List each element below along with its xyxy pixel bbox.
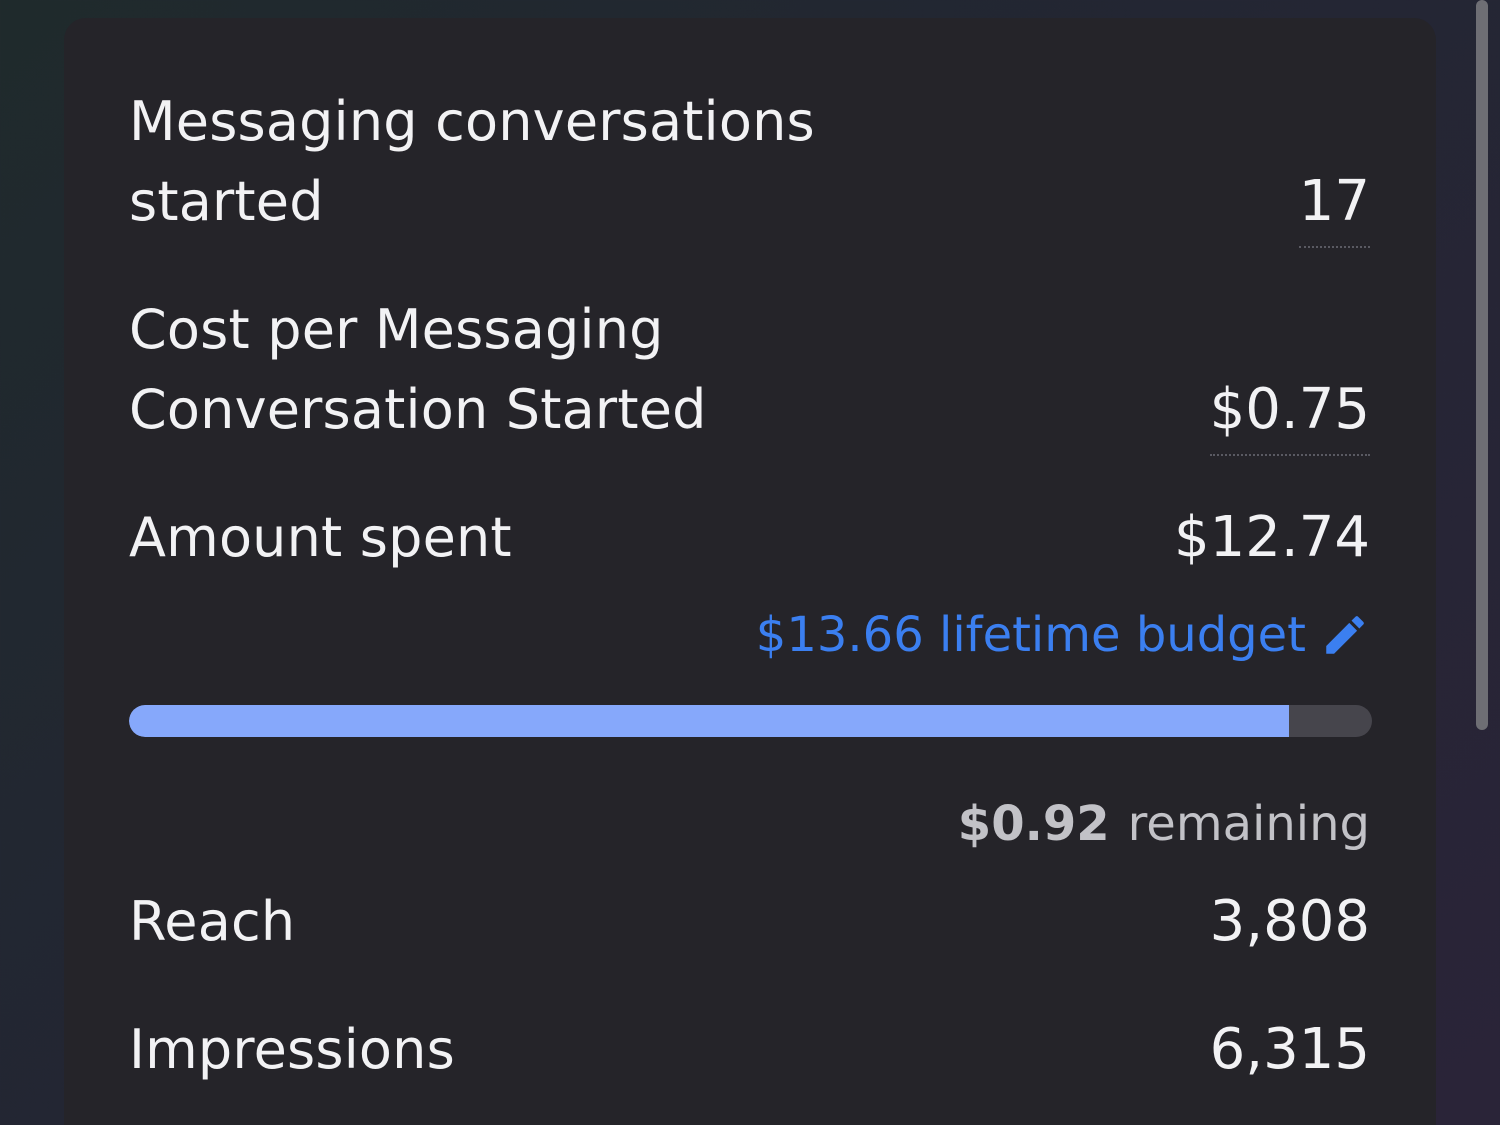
metric-cost-per-row: Cost per Messaging Conversation Started … [129,290,1371,456]
metric-conversations-value[interactable]: 17 [1298,162,1371,248]
metric-amount-spent-row: Amount spent $12.74 [129,498,1370,578]
remaining-label: remaining [1127,796,1370,852]
metric-impressions-row: Impressions 6,315 [129,1010,1370,1090]
pencil-icon[interactable] [1320,610,1370,660]
remaining-amount: $0.92 [957,796,1110,852]
lifetime-budget-link[interactable]: $13.66 lifetime budget [756,605,1370,665]
metric-reach-value: 3,808 [1209,889,1370,954]
metric-cost-per-value[interactable]: $0.75 [1209,370,1371,456]
metric-cost-per-label: Cost per Messaging Conversation Started [129,298,707,441]
lifetime-budget-text: $13.66 lifetime budget [755,607,1306,663]
metric-conversations-label: Messaging conversations started [129,90,815,233]
metric-amount-spent-label: Amount spent [129,506,512,569]
budget-progress-fill [129,705,1289,737]
budget-row: $13.66 lifetime budget [129,605,1370,665]
metric-amount-spent-value: $12.74 [1174,505,1370,570]
remaining-row: $0.92 remaining [129,794,1370,854]
metric-reach-label: Reach [129,890,296,953]
ad-metrics-card: Messaging conversations started 17 Cost … [64,18,1436,1125]
metric-reach-row: Reach 3,808 [129,882,1370,962]
metric-conversations-row: Messaging conversations started 17 [129,82,1371,248]
metric-impressions-label: Impressions [129,1018,455,1081]
scrollbar[interactable] [1476,0,1488,730]
budget-remaining: $0.92 remaining [958,794,1370,854]
budget-progress-bar [129,705,1372,737]
metric-impressions-value: 6,315 [1209,1017,1370,1082]
